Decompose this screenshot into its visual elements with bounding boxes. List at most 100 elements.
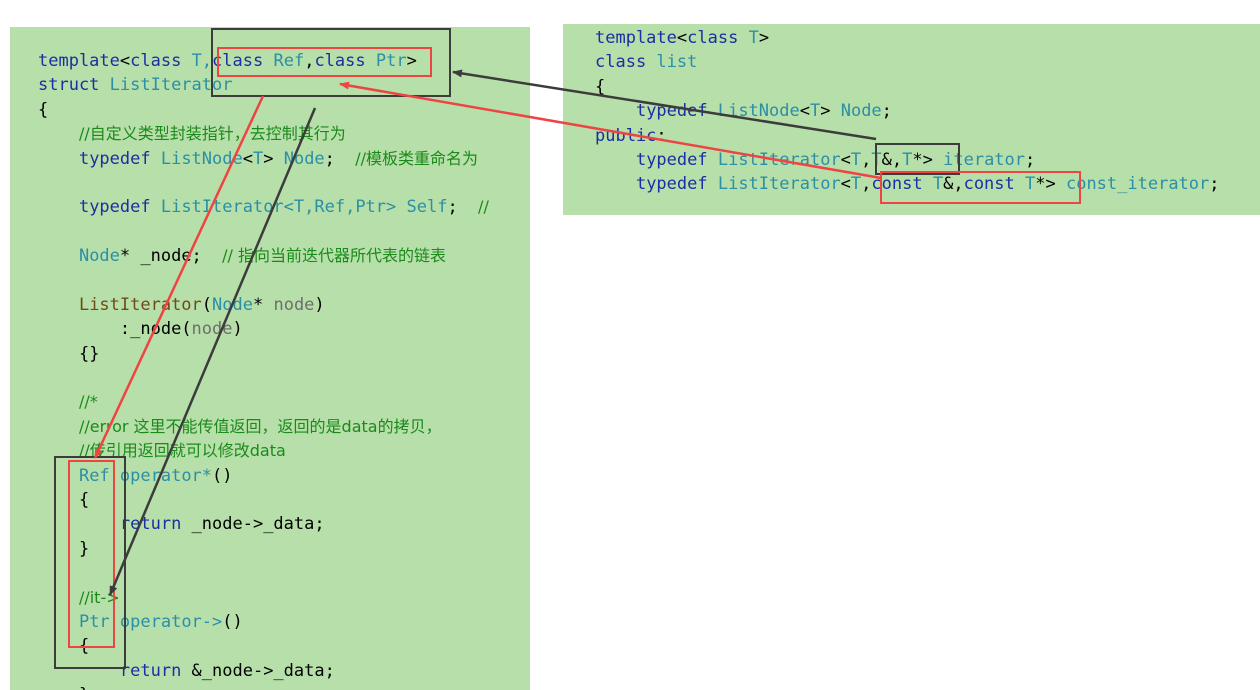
punct: (): [212, 465, 233, 486]
comment: //*: [78, 392, 98, 412]
keyword: template: [595, 28, 677, 48]
code-line: //传引用返回就可以修改data: [38, 439, 489, 463]
template-args: <T,Ref,Ptr>: [283, 197, 397, 218]
type-name: const_iterator: [1065, 174, 1210, 195]
keyword: return: [119, 660, 182, 681]
punct: >: [263, 148, 274, 169]
punct: (): [222, 611, 243, 632]
expression: _node->_data;: [181, 514, 325, 535]
punct: ;: [324, 148, 335, 169]
code-line: //*: [38, 390, 489, 414]
code-line: Ptr operator->(): [38, 610, 489, 634]
code-line: }: [38, 683, 489, 690]
punct: <: [840, 149, 851, 170]
template-param: Ptr: [365, 51, 407, 71]
code-line: //自定义类型封装指针，去控制其行为: [38, 122, 489, 146]
comment: //: [457, 197, 489, 217]
list-iterator-code: template<class T,class Ref,class Ptr> st…: [38, 49, 489, 690]
code-line: template<class T>: [595, 26, 1220, 50]
brace: {: [78, 636, 90, 657]
type-name: Node: [78, 246, 120, 267]
punct: ;: [1025, 149, 1036, 170]
code-line: return _node->_data;: [38, 512, 489, 536]
punct: :: [656, 125, 667, 146]
type-name: ListIterator: [150, 197, 284, 218]
punct: *>: [912, 149, 944, 170]
punct: >: [820, 101, 831, 122]
code-line: Ref operator*(): [38, 464, 489, 488]
code-line: {: [38, 98, 489, 122]
punct: ;: [881, 101, 892, 122]
member-decl: * _node;: [119, 246, 202, 267]
comment: // 指向当前迭代器所代表的链表: [201, 246, 447, 266]
code-line: {: [38, 488, 489, 512]
template-param: Ref: [263, 51, 305, 71]
brace: }: [78, 538, 90, 559]
code-line: struct ListIterator: [38, 73, 489, 97]
code-line: typedef ListNode<T> Node;: [595, 99, 1220, 123]
keyword: class: [130, 51, 182, 71]
code-line: }: [38, 537, 489, 561]
type-name: list: [646, 52, 698, 73]
keyword: class: [595, 52, 647, 73]
parameter: node: [191, 319, 233, 340]
code-line: {: [595, 75, 1220, 99]
comment: //模板类重命名为: [334, 148, 479, 168]
brace: {: [78, 490, 90, 511]
template-param: T: [922, 174, 944, 195]
punct: &,: [881, 149, 903, 170]
template-param: T: [738, 28, 759, 48]
brace: }: [79, 685, 89, 690]
keyword: typedef: [635, 174, 708, 195]
punct: <: [676, 28, 688, 48]
punct: &,: [943, 174, 964, 195]
template-param: T: [902, 149, 913, 170]
type-name: iterator: [943, 149, 1026, 170]
right-code-panel: template<class T> class list { typedef L…: [563, 24, 1260, 215]
type-name: ListIterator: [707, 174, 841, 195]
expression: &_node->_data;: [181, 660, 335, 681]
operator-symbol: *: [201, 465, 213, 486]
code-line: template<class T,class Ref,class Ptr>: [38, 49, 489, 73]
code-line: //it->: [38, 586, 489, 610]
punct: <: [242, 148, 253, 169]
punct: >: [758, 28, 770, 48]
comment: //传引用返回就可以修改data: [78, 441, 286, 461]
keyword: typedef: [78, 197, 151, 218]
punct: ): [232, 319, 243, 340]
type-name: Node: [212, 294, 253, 315]
punct: ,: [861, 149, 872, 170]
type-name: Node: [273, 148, 325, 169]
code-line: typedef ListIterator<T,const T&,const T*…: [595, 172, 1220, 196]
code-line: return &_node->_data;: [38, 659, 489, 683]
init-list: :_node(: [119, 319, 192, 340]
code-line: typedef ListIterator<T,T&,T*> iterator;: [595, 148, 1220, 172]
punct: <: [119, 51, 131, 71]
template-param: T: [809, 101, 821, 122]
type-name: Self: [396, 197, 448, 218]
code-line: {}: [38, 342, 489, 366]
code-line: :_node(node): [38, 317, 489, 341]
template-param: Ref: [78, 465, 110, 486]
code-line: class list: [595, 50, 1220, 74]
punct: ;: [1209, 174, 1220, 195]
template-param: T: [252, 148, 264, 169]
comment: //自定义类型封装指针，去控制其行为: [78, 124, 346, 144]
code-line: typedef ListIterator<T,Ref,Ptr> Self; //: [38, 195, 489, 219]
keyword: const: [963, 174, 1015, 195]
punct: ,: [304, 51, 315, 71]
punct: >: [406, 51, 417, 71]
parameter: node: [273, 294, 315, 315]
template-param: Ptr: [78, 611, 110, 632]
punct: ,: [861, 174, 872, 195]
code-line: ListIterator(Node* node): [38, 293, 489, 317]
keyword: return: [119, 514, 182, 535]
comment: //it->: [78, 587, 120, 607]
keyword: typedef: [78, 148, 151, 169]
type-name: ListIterator: [99, 75, 233, 96]
template-param: T,: [181, 51, 213, 71]
code-line: {: [38, 634, 489, 658]
